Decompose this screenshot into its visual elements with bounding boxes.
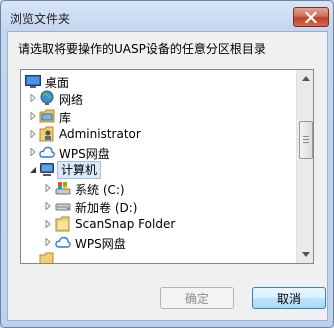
expand-arrow-icon[interactable] [28, 93, 38, 103]
tree-item-library[interactable]: 库 [21, 107, 297, 125]
tree-item-wps-cloud-drive[interactable]: WPS网盘 [21, 233, 297, 251]
scroll-down-icon [301, 252, 310, 257]
tree-item-label: 库 [59, 111, 72, 125]
tree-item-label: Administrator [59, 127, 141, 141]
tree-item-label: 网络 [59, 93, 84, 107]
scroll-up-button[interactable] [297, 70, 313, 87]
tree-item-system-drive[interactable]: 系统 (C:) [21, 179, 297, 197]
computer-icon [39, 162, 55, 178]
window-title: 浏览文件夹 [10, 12, 71, 26]
expand-arrow-icon[interactable] [43, 237, 53, 247]
cancel-button[interactable]: 取消 [252, 287, 326, 309]
browse-folder-dialog: 浏览文件夹 请选取将要操作的UASP设备的任意分区根目录 桌面 网络 库 Adm… [0, 0, 334, 328]
scroll-down-button[interactable] [297, 246, 313, 263]
tree-item-label: ScanSnap Folder [75, 217, 176, 231]
tree-item-scansnap-folder[interactable]: ScanSnap Folder [21, 215, 297, 233]
drive-icon [55, 198, 71, 214]
library-icon [39, 108, 55, 124]
expand-arrow-icon[interactable] [28, 147, 38, 157]
instruction-text: 请选取将要操作的UASP设备的任意分区根目录 [18, 42, 266, 56]
cloud-icon [39, 144, 55, 160]
tree-item-label: 计算机 [57, 161, 102, 179]
close-button[interactable] [293, 7, 329, 27]
tree-item-label: 新加卷 (D:) [75, 201, 138, 215]
folder-tree[interactable]: 桌面 网络 库 Administrator WPS网盘 计算机 系统 (C:) … [20, 69, 314, 264]
title-bar[interactable]: 浏览文件夹 [1, 1, 333, 33]
scroll-up-icon [301, 76, 310, 81]
tree-item-administrator[interactable]: Administrator [21, 125, 297, 143]
cloud-icon [55, 234, 71, 250]
tree-item-partial[interactable] [21, 251, 297, 263]
tree-item-network[interactable]: 网络 [21, 89, 297, 107]
expand-arrow-icon[interactable] [43, 183, 53, 193]
user-folder-icon [39, 126, 55, 142]
grip-line [303, 136, 309, 137]
close-icon [305, 11, 317, 23]
network-icon [39, 90, 55, 106]
collapse-arrow-icon[interactable] [28, 165, 38, 175]
grip-line [303, 142, 309, 143]
expand-arrow-icon[interactable] [43, 219, 53, 229]
desktop-icon [25, 73, 41, 89]
folder-icon [55, 216, 71, 232]
dialog-content: 请选取将要操作的UASP设备的任意分区根目录 桌面 网络 库 Administr… [7, 31, 328, 321]
expand-arrow-icon[interactable] [43, 201, 53, 211]
tree-item-label: WPS网盘 [75, 237, 126, 251]
system-drive-icon [55, 180, 71, 196]
expand-arrow-icon[interactable] [28, 111, 38, 121]
tree-item-desktop[interactable]: 桌面 [21, 72, 297, 90]
ok-button[interactable]: 确定 [160, 287, 234, 309]
tree-item-drive-d[interactable]: 新加卷 (D:) [21, 197, 297, 215]
scroll-thumb[interactable] [299, 121, 313, 159]
grip-line [303, 139, 309, 140]
vertical-scrollbar[interactable] [296, 70, 313, 263]
folder-icon [39, 252, 55, 263]
tree-item-label: 系统 (C:) [75, 183, 125, 197]
tree-item-label: WPS网盘 [59, 147, 110, 161]
tree-item-computer[interactable]: 计算机 [21, 161, 297, 179]
expand-arrow-icon[interactable] [28, 129, 38, 139]
tree-item-wps-cloud[interactable]: WPS网盘 [21, 143, 297, 161]
